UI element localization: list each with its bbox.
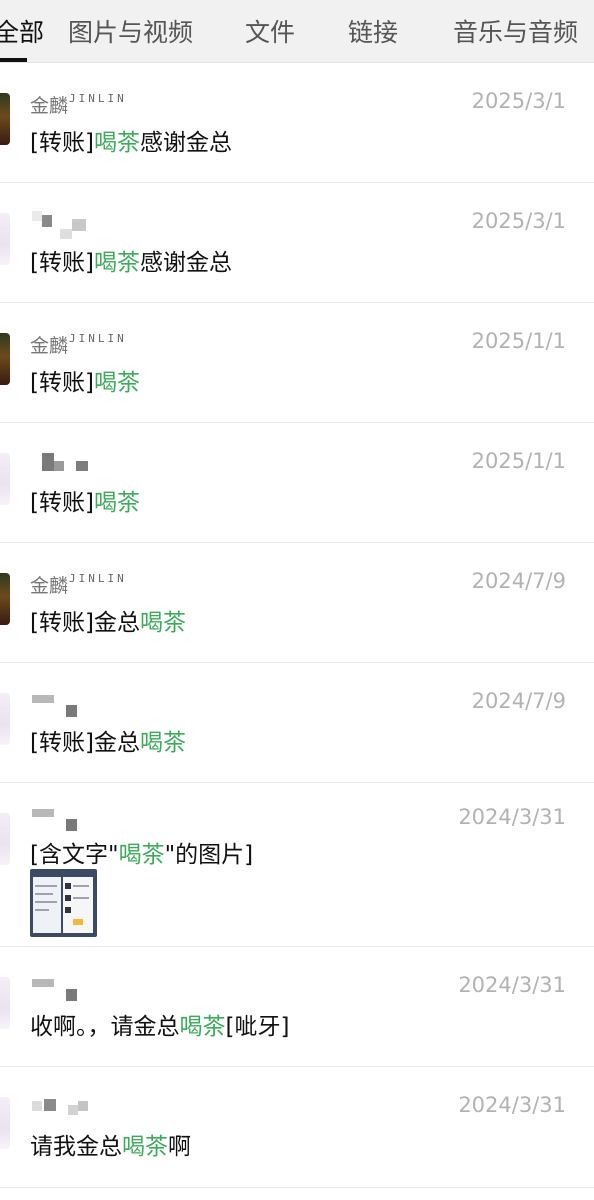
- message-text: [转账]喝茶感谢金总: [30, 130, 232, 156]
- avatar: [0, 453, 10, 505]
- keyword-highlight: 喝茶: [122, 1134, 168, 1160]
- keyword-highlight: 喝茶: [93, 370, 140, 396]
- search-result-row[interactable]: 2024/3/31 请我金总喝茶啊: [0, 1067, 594, 1188]
- avatar: [0, 93, 10, 145]
- avatar: [0, 213, 10, 265]
- tab-music-audio[interactable]: 音乐与音频: [453, 0, 578, 62]
- search-result-row[interactable]: 2024/3/31 [含文字"喝茶"的图片]: [0, 783, 594, 947]
- sender-name: 金麟JINLIN: [30, 332, 127, 357]
- sender-name-pixelated: [32, 805, 102, 835]
- search-result-row[interactable]: 2025/3/1 [转账]喝茶感谢金总: [0, 183, 594, 303]
- message-text: [含文字"喝茶"的图片]: [30, 842, 254, 868]
- message-text: [转账]金总喝茶: [30, 730, 186, 756]
- search-result-row[interactable]: 金麟JINLIN 2025/1/1 [转账]喝茶: [0, 303, 594, 423]
- message-text: 收啊。，请金总喝茶[呲牙]: [30, 1014, 290, 1040]
- message-text: [转账]金总喝茶: [30, 610, 186, 636]
- keyword-highlight: 喝茶: [93, 130, 140, 156]
- message-date: 2024/3/31: [458, 973, 566, 997]
- active-tab-indicator: [0, 58, 27, 62]
- search-result-row[interactable]: 2024/3/31 收啊。，请金总喝茶[呲牙]: [0, 947, 594, 1067]
- tab-links[interactable]: 链接: [348, 0, 398, 62]
- media-category-tabs: 全部 图片与视频 文件 链接 音乐与音频: [0, 0, 594, 63]
- sender-name-pixelated: [32, 975, 102, 1005]
- keyword-highlight: 喝茶: [118, 842, 165, 868]
- message-text: [转账]喝茶感谢金总: [30, 250, 232, 276]
- sender-name-pixelated: [32, 1095, 102, 1125]
- keyword-highlight: 喝茶: [93, 490, 140, 516]
- message-text: 请我金总喝茶啊: [30, 1134, 191, 1160]
- avatar: [0, 693, 10, 745]
- tab-all[interactable]: 全部: [0, 0, 44, 62]
- message-date: 2024/3/31: [458, 1093, 566, 1117]
- message-date: 2024/3/31: [458, 805, 566, 829]
- avatar: [0, 573, 10, 625]
- sender-name-pixelated: [32, 211, 102, 241]
- avatar: [0, 333, 10, 385]
- sender-name: 金麟JINLIN: [30, 572, 127, 597]
- message-date: 2025/1/1: [471, 329, 566, 353]
- message-date: 2025/3/1: [471, 209, 566, 233]
- keyword-highlight: 喝茶: [93, 250, 140, 276]
- keyword-highlight: 喝茶: [139, 610, 186, 636]
- message-date: 2024/7/9: [471, 689, 566, 713]
- message-text: [转账]喝茶: [30, 490, 140, 516]
- sender-name-pixelated: [32, 451, 102, 481]
- search-result-row[interactable]: 2025/1/1 [转账]喝茶: [0, 423, 594, 543]
- search-result-row[interactable]: 金麟JINLIN 2024/7/9 [转账]金总喝茶: [0, 543, 594, 663]
- search-result-row[interactable]: 2024/7/9 [转账]金总喝茶: [0, 663, 594, 783]
- avatar: [0, 1097, 10, 1149]
- search-result-row[interactable]: 金麟JINLIN 2025/3/1 [转账]喝茶感谢金总: [0, 63, 594, 183]
- tab-files[interactable]: 文件: [245, 0, 295, 62]
- keyword-highlight: 喝茶: [179, 1014, 226, 1040]
- avatar: [0, 813, 10, 865]
- sender-name-pixelated: [32, 691, 102, 721]
- message-date: 2025/3/1: [471, 89, 566, 113]
- keyword-highlight: 喝茶: [139, 730, 186, 756]
- message-text: [转账]喝茶: [30, 370, 140, 396]
- tab-images-videos[interactable]: 图片与视频: [68, 0, 193, 62]
- avatar: [0, 977, 10, 1029]
- image-thumbnail[interactable]: [30, 869, 97, 937]
- message-date: 2024/7/9: [471, 569, 566, 593]
- message-date: 2025/1/1: [471, 449, 566, 473]
- sender-name: 金麟JINLIN: [30, 92, 127, 117]
